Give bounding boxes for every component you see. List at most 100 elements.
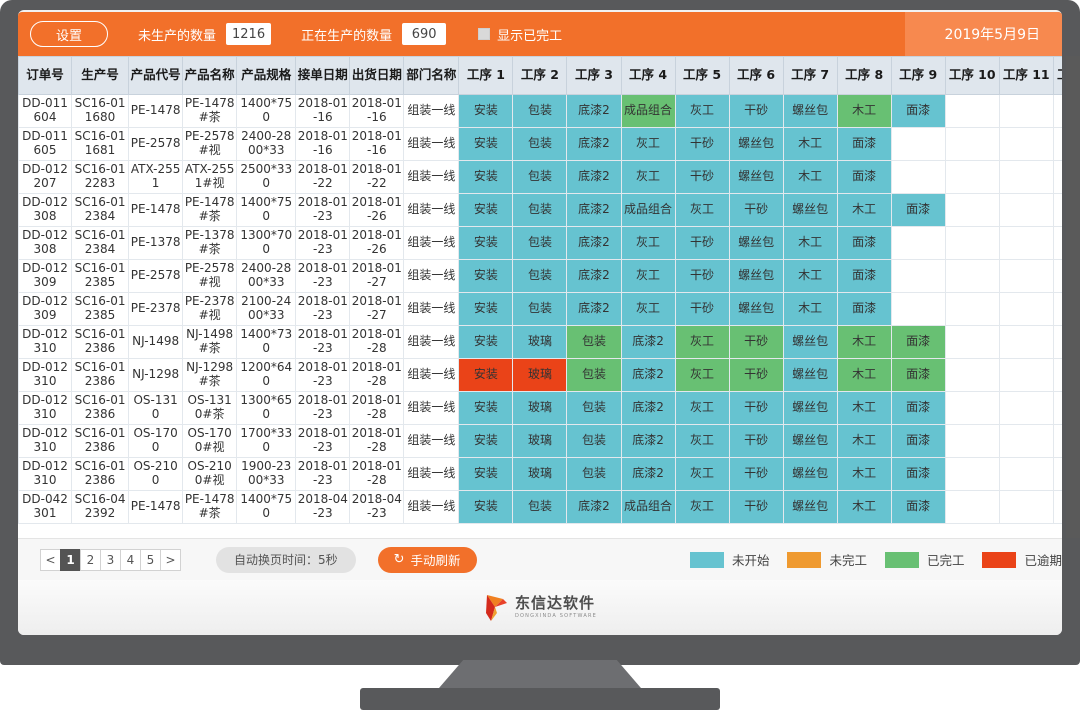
- page-button[interactable]: >: [160, 548, 181, 571]
- table-row[interactable]: DD-012207 SC16-012283 ATX-2551 ATX-2551#视 25…: [18, 160, 1062, 194]
- cell-order-no: DD-012310: [18, 325, 73, 359]
- process-cell: 干砂: [728, 490, 784, 524]
- legend-swatch: [787, 551, 822, 568]
- pagination[interactable]: <1 2 3 4 5 >: [40, 548, 181, 571]
- column-header[interactable]: 产品规格: [236, 56, 297, 95]
- auto-page-interval: 自动换页时间：5秒: [216, 546, 356, 573]
- cell-order-no: DD-012309: [18, 292, 73, 326]
- monitor-mockup: 设置 未生产的数量 1216 正在生产的数量 690 显示已完工 2019年5月…: [0, 0, 1080, 710]
- process-cell: 木工: [836, 325, 892, 359]
- table-row[interactable]: DD-012310 SC16-012386 OS-2100 OS-2100#视 1900…: [18, 457, 1062, 491]
- process-cell: 干砂: [674, 127, 730, 161]
- process-cell: 干砂: [728, 325, 784, 359]
- app-header-bar: 设置 未生产的数量 1216 正在生产的数量 690 显示已完工 2019年5月…: [18, 12, 1062, 56]
- process-cell-empty: [1052, 226, 1062, 260]
- legend-swatch: [689, 551, 724, 568]
- process-cell: 包装: [566, 325, 622, 359]
- cell-order-no: DD-011605: [18, 127, 73, 161]
- process-cell: 成品组合: [620, 490, 676, 524]
- page-button[interactable]: 5: [140, 548, 161, 571]
- table-row[interactable]: DD-012309 SC16-012385 PE-2578 PE-2578#视 2400…: [18, 259, 1062, 293]
- table-row[interactable]: DD-012310 SC16-012386 OS-1700 OS-1700#视 1700…: [18, 424, 1062, 458]
- column-header[interactable]: 出货日期: [349, 56, 405, 95]
- column-header[interactable]: 产品代号: [128, 56, 184, 95]
- process-column-header[interactable]: 工序 12: [1052, 56, 1062, 95]
- process-column-header[interactable]: 工序 9: [890, 56, 946, 95]
- producing-value: 690: [402, 23, 447, 45]
- process-cell: 安装: [458, 94, 514, 128]
- production-table-container[interactable]: 订单号 生产号 产品代号 产品名称 产品规格 接单日期 出货日期 部门名称 工序 1 工序 2 工序…: [18, 56, 1062, 538]
- process-cell: 干砂: [728, 358, 784, 392]
- process-cell-empty: [998, 94, 1054, 128]
- process-cell-empty: [1052, 292, 1062, 326]
- cell-dept: 组装一线: [403, 424, 460, 458]
- table-row[interactable]: DD-012308 SC16-012384 PE-1378 PE-1378#茶 1300…: [18, 226, 1062, 260]
- process-column-header[interactable]: 工序 11: [998, 56, 1054, 95]
- cell-order-no: DD-012310: [18, 358, 73, 392]
- cell-ship-date: 2018-01-28: [349, 325, 405, 359]
- process-cell: 安装: [458, 292, 514, 326]
- table-row[interactable]: DD-012308 SC16-012384 PE-1478 PE-1478#茶 1400…: [18, 193, 1062, 227]
- show-finished-checkbox[interactable]: 显示已完工: [478, 25, 562, 44]
- process-cell-empty: [1052, 193, 1062, 227]
- table-row[interactable]: DD-042301 SC16-042392 PE-1478 PE-1478#茶 1400…: [18, 490, 1062, 524]
- page-button[interactable]: 4: [120, 548, 141, 571]
- process-column-header[interactable]: 工序 1: [458, 56, 514, 95]
- process-column-header[interactable]: 工序 5: [674, 56, 730, 95]
- page-button[interactable]: 3: [100, 548, 121, 571]
- process-cell-empty: [1052, 490, 1062, 524]
- process-cell: 面漆: [836, 226, 892, 260]
- process-column-header[interactable]: 工序 2: [512, 56, 568, 95]
- cell-ship-date: 2018-01-22: [349, 160, 405, 194]
- page-button[interactable]: 2: [80, 548, 101, 571]
- process-cell: 螺丝包: [782, 457, 838, 491]
- settings-button[interactable]: 设置: [30, 21, 108, 47]
- column-header[interactable]: 产品名称: [182, 56, 238, 95]
- cell-order-no: DD-012310: [18, 391, 73, 425]
- cell-spec: 1400*750: [236, 490, 297, 524]
- app-footer: <1 2 3 4 5 > 自动换页时间：5秒 ↻ 手动刷新 未开始 未完工 已完工 已逾期: [18, 538, 1062, 580]
- cell-prod-no: SC16-011681: [71, 127, 130, 161]
- column-header[interactable]: 订单号: [18, 56, 73, 95]
- process-cell: 灰工: [674, 457, 730, 491]
- process-cell: 螺丝包: [782, 325, 838, 359]
- column-header[interactable]: 部门名称: [403, 56, 460, 95]
- process-cell-empty: [998, 391, 1054, 425]
- process-column-header[interactable]: 工序 7: [782, 56, 838, 95]
- process-cell: 底漆2: [620, 391, 676, 425]
- process-column-header[interactable]: 工序 10: [944, 56, 1000, 95]
- process-column-header[interactable]: 工序 4: [620, 56, 676, 95]
- table-row[interactable]: DD-012310 SC16-012386 NJ-1498 NJ-1498#茶 1400…: [18, 325, 1062, 359]
- page-button[interactable]: 1: [60, 548, 81, 571]
- column-header[interactable]: 接单日期: [295, 56, 351, 95]
- process-column-header[interactable]: 工序 6: [728, 56, 784, 95]
- cell-spec: 1200*640: [236, 358, 297, 392]
- status-legend: 未开始 未完工 已完工 已逾期: [672, 550, 1062, 569]
- vertical-scrollbar[interactable]: [1066, 56, 1080, 538]
- process-cell: 面漆: [836, 160, 892, 194]
- cell-dept: 组装一线: [403, 160, 460, 194]
- table-row[interactable]: DD-012310 SC16-012386 NJ-1298 NJ-1298#茶 1200…: [18, 358, 1062, 392]
- process-cell: 干砂: [728, 424, 784, 458]
- cell-order-date: 2018-01-23: [295, 226, 351, 260]
- process-cell-empty: [890, 127, 946, 161]
- table-row[interactable]: DD-011605 SC16-011681 PE-2578 PE-2578#视 2400…: [18, 127, 1062, 161]
- process-cell: 底漆2: [566, 127, 622, 161]
- process-cell: 玻璃: [512, 325, 568, 359]
- process-column-header[interactable]: 工序 3: [566, 56, 622, 95]
- process-cell: 螺丝包: [728, 226, 784, 260]
- column-header[interactable]: 生产号: [71, 56, 130, 95]
- table-row[interactable]: DD-011604 SC16-011680 PE-1478 PE-1478#茶 1400…: [18, 94, 1062, 128]
- process-column-header[interactable]: 工序 8: [836, 56, 892, 95]
- process-cell: 干砂: [728, 94, 784, 128]
- table-row[interactable]: DD-012309 SC16-012385 PE-2378 PE-2378#视 2100…: [18, 292, 1062, 326]
- process-cell: 底漆2: [566, 292, 622, 326]
- table-row[interactable]: DD-012310 SC16-012386 OS-1310 OS-1310#茶 1300…: [18, 391, 1062, 425]
- process-cell: 木工: [836, 358, 892, 392]
- manual-refresh-button[interactable]: ↻ 手动刷新: [377, 546, 477, 573]
- page-button[interactable]: <: [40, 548, 61, 571]
- process-cell: 灰工: [674, 424, 730, 458]
- process-cell: 面漆: [890, 391, 946, 425]
- process-cell: 包装: [512, 127, 568, 161]
- cell-order-no: DD-012309: [18, 259, 73, 293]
